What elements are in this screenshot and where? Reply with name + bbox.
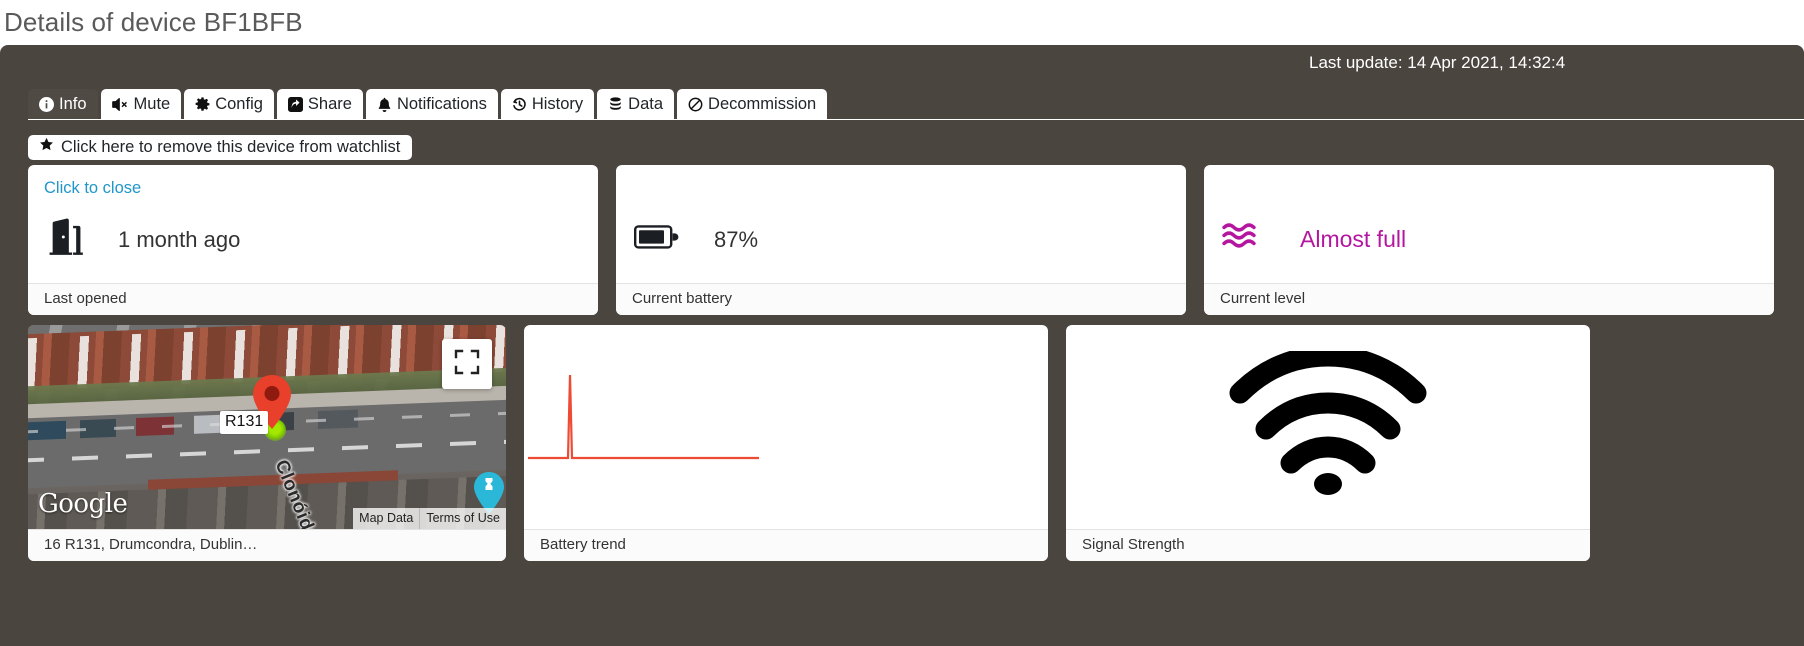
card-link-spacer <box>1204 165 1774 197</box>
gear-icon <box>195 96 210 112</box>
map-viewport[interactable]: Clonóide R131 Google Map Data Terms of U… <box>28 325 506 529</box>
map-data-link[interactable]: Map Data <box>353 507 420 529</box>
level-value: Almost full <box>1300 226 1407 253</box>
card-body: 1 month ago <box>28 197 598 282</box>
bell-icon <box>377 97 392 112</box>
watchlist-label: Click here to remove this device from wa… <box>61 137 401 156</box>
card-footer-battery-trend: Battery trend <box>524 528 1048 561</box>
star-filled-icon <box>39 137 54 157</box>
tab-label: Data <box>628 94 664 113</box>
tab-share[interactable]: Share <box>276 89 363 119</box>
wifi-icon <box>1228 345 1428 502</box>
slash-circle-icon <box>688 97 703 112</box>
fullscreen-icon <box>454 349 480 380</box>
tab-decommission[interactable]: Decommission <box>677 89 828 119</box>
tab-history[interactable]: History <box>500 89 595 119</box>
terms-of-use-link[interactable]: Terms of Use <box>419 507 506 529</box>
last-opened-value: 1 month ago <box>118 226 241 252</box>
clock-history-icon <box>512 97 527 112</box>
card-footer-current-battery: Current battery <box>616 282 1186 315</box>
tab-notifications[interactable]: Notifications <box>365 89 498 119</box>
share-icon <box>287 96 303 112</box>
last-update-value: Last update: 14 Apr 2021, 14:32:4 <box>1309 53 1566 72</box>
tab-info[interactable]: Info <box>28 89 98 119</box>
tab-mute[interactable]: Mute <box>100 89 182 119</box>
click-to-close-link[interactable]: Click to close <box>28 165 598 197</box>
last-update-text: Last update: 14 Apr 2021, 14:32:4 <box>1259 53 1804 73</box>
database-icon <box>608 96 623 112</box>
tab-label: Mute <box>133 94 171 113</box>
tab-label: Share <box>307 94 352 113</box>
card-footer-signal-strength: Signal Strength <box>1066 528 1590 561</box>
volume-mute-icon <box>111 97 129 112</box>
tab-bar: Info Mute Config Share Notifications His… <box>28 89 1804 120</box>
device-details-panel: Last update: 14 Apr 2021, 14:32:4 Info M… <box>0 45 1804 646</box>
detail-card-row: Clonóide R131 Google Map Data Terms of U… <box>28 325 1776 561</box>
tab-label: Decommission <box>708 94 817 113</box>
summary-card-row: Click to close 1 month ago Last opened 8… <box>28 165 1776 315</box>
battery-value: 87% <box>714 226 759 252</box>
card-location-map: Clonóide R131 Google Map Data Terms of U… <box>28 325 506 561</box>
tab-label: Config <box>215 94 263 113</box>
door-open-icon <box>46 218 84 261</box>
map-marker-label: R131 <box>220 411 269 434</box>
signal-strength-display <box>1066 325 1590 529</box>
tab-label: Notifications <box>396 94 487 113</box>
card-footer-last-opened: Last opened <box>28 282 598 315</box>
card-current-level: Almost full Current level <box>1204 165 1774 315</box>
info-circle-icon <box>39 96 54 112</box>
google-attribution-logo: Google <box>38 488 128 519</box>
card-footer-current-level: Current level <box>1204 282 1774 315</box>
tab-label: Info <box>59 94 87 113</box>
battery-trend-sparkline <box>528 374 759 460</box>
card-signal-strength: Signal Strength <box>1066 325 1590 561</box>
card-body: Almost full <box>1204 197 1774 282</box>
map-terms-bar: Map Data Terms of Use <box>353 507 506 529</box>
map-fullscreen-button[interactable] <box>442 339 492 389</box>
card-battery-trend: Battery trend <box>524 325 1048 561</box>
tab-label: History <box>531 94 584 113</box>
card-last-opened: Click to close 1 month ago Last opened <box>28 165 598 315</box>
card-footer-address: 16 R131, Drumcondra, Dublin… <box>28 528 506 561</box>
water-waves-icon <box>1222 221 1266 258</box>
card-body: 87% <box>616 197 1186 282</box>
page-title: Details of device BF1BFB <box>4 7 303 37</box>
remove-from-watchlist-button[interactable]: Click here to remove this device from wa… <box>28 135 413 160</box>
battery-trend-chart <box>524 325 1048 529</box>
tab-config[interactable]: Config <box>184 89 274 119</box>
tab-data[interactable]: Data <box>597 89 675 119</box>
card-link-spacer <box>616 165 1186 197</box>
card-current-battery: 87% Current battery <box>616 165 1186 315</box>
battery-icon <box>634 223 680 256</box>
